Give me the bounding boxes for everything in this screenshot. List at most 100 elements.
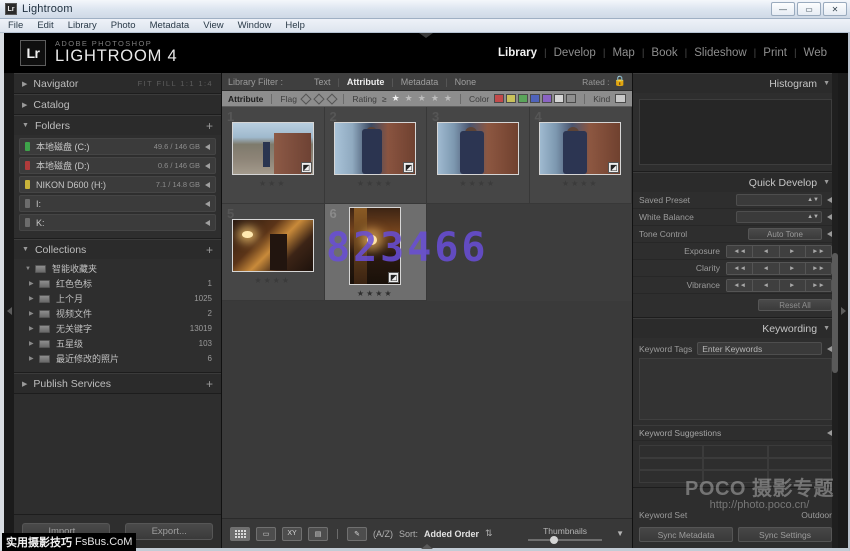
- keyword-list-area[interactable]: [639, 358, 832, 420]
- rating-stars[interactable]: ★★★★: [562, 179, 599, 188]
- right-panel-toggle[interactable]: [838, 73, 848, 548]
- loupe-view-button[interactable]: ▭: [256, 527, 276, 541]
- decrease-button[interactable]: ◄: [753, 246, 779, 257]
- color-swatch-yellow[interactable]: [506, 94, 516, 103]
- list-item[interactable]: ▶ 最近修改的照片 6: [19, 351, 216, 366]
- list-item[interactable]: ▶ 上个月 1025: [19, 291, 216, 306]
- folder-row[interactable]: NIKON D600 (H:) 7.1 / 14.8 GB: [19, 176, 216, 193]
- menu-library[interactable]: Library: [68, 20, 97, 31]
- color-swatch-green[interactable]: [518, 94, 528, 103]
- add-collection-button[interactable]: +: [206, 245, 213, 255]
- auto-tone-button[interactable]: Auto Tone: [748, 228, 822, 240]
- vibrance-stepper[interactable]: ◄◄ ◄ ► ►►: [726, 279, 832, 292]
- rating-stars[interactable]: ★★★: [259, 179, 287, 188]
- lock-icon[interactable]: 🔒: [614, 76, 626, 87]
- topbar-collapse-caret[interactable]: [419, 33, 433, 38]
- rating-star-2[interactable]: ★: [405, 93, 413, 104]
- exposure-stepper[interactable]: ◄◄ ◄ ► ►►: [726, 245, 832, 258]
- filmstrip-toggle-caret[interactable]: [421, 544, 433, 549]
- rating-stars[interactable]: ★★★★: [357, 289, 394, 298]
- folders-header[interactable]: ▼ Folders +: [14, 115, 221, 135]
- list-item[interactable]: ▶ 五星级 103: [19, 336, 216, 351]
- photo-thumbnail[interactable]: ◩: [349, 207, 401, 285]
- filter-tab-metadata[interactable]: Metadata: [394, 77, 446, 87]
- collections-header[interactable]: ▼ Collections +: [14, 239, 221, 259]
- module-book[interactable]: Book: [644, 47, 684, 59]
- photo-thumbnail[interactable]: [232, 219, 314, 272]
- close-button[interactable]: ✕: [823, 2, 847, 16]
- histogram-header[interactable]: Histogram ▼: [633, 73, 838, 93]
- keywording-header[interactable]: Keywording ▼: [633, 318, 838, 338]
- decrease-large-button[interactable]: ◄◄: [727, 246, 753, 257]
- folder-row[interactable]: K:: [19, 214, 216, 231]
- rating-operator[interactable]: ≥: [382, 94, 387, 104]
- module-library[interactable]: Library: [491, 47, 544, 59]
- navigator-header[interactable]: ▶ Navigator FIT FILL 1:1 1:4: [14, 73, 221, 93]
- grid-cell[interactable]: 4 ◩ ★★★★: [530, 107, 633, 204]
- saved-preset-select[interactable]: ▲▼: [736, 194, 822, 206]
- left-panel-toggle[interactable]: [4, 73, 14, 548]
- menu-view[interactable]: View: [203, 20, 223, 31]
- menu-photo[interactable]: Photo: [111, 20, 136, 31]
- menu-edit[interactable]: Edit: [37, 20, 53, 31]
- catalog-header[interactable]: ▶ Catalog: [14, 94, 221, 114]
- suggestion-slot[interactable]: [639, 458, 703, 471]
- color-swatch-purple[interactable]: [542, 94, 552, 103]
- suggestion-slot[interactable]: [768, 470, 832, 483]
- list-item[interactable]: ▶ 红色色标 1: [19, 276, 216, 291]
- keyword-suggestions-header[interactable]: Keyword Suggestions: [633, 425, 838, 441]
- slider-handle[interactable]: [550, 536, 558, 544]
- chevron-right-icon[interactable]: [205, 182, 210, 188]
- filter-tab-text[interactable]: Text: [307, 77, 338, 87]
- flag-unflagged-icon[interactable]: [313, 93, 324, 104]
- clarity-stepper[interactable]: ◄◄ ◄ ► ►►: [726, 262, 832, 275]
- photo-thumbnail[interactable]: ◩: [232, 122, 314, 175]
- module-map[interactable]: Map: [605, 47, 641, 59]
- photo-thumbnail[interactable]: [437, 122, 519, 175]
- sync-metadata-button[interactable]: Sync Metadata: [639, 527, 733, 542]
- toolbar-options-caret[interactable]: ▼: [616, 529, 624, 538]
- module-develop[interactable]: Develop: [547, 47, 603, 59]
- suggestion-slot[interactable]: [703, 445, 767, 458]
- histogram-graph[interactable]: [639, 99, 832, 165]
- sort-direction-icon[interactable]: (A/Z): [373, 529, 393, 539]
- sync-settings-button[interactable]: Sync Settings: [738, 527, 832, 542]
- module-print[interactable]: Print: [756, 47, 794, 59]
- photo-thumbnail[interactable]: ◩: [539, 122, 621, 175]
- compare-view-button[interactable]: XY: [282, 527, 302, 541]
- increase-large-button[interactable]: ►►: [806, 280, 831, 291]
- chevron-right-icon[interactable]: [205, 163, 210, 169]
- rating-star-1[interactable]: ★: [392, 93, 400, 104]
- suggestion-slot[interactable]: [768, 458, 832, 471]
- grid-view-button[interactable]: [230, 527, 250, 541]
- rating-stars[interactable]: ★★★★: [254, 276, 291, 285]
- color-swatch-blue[interactable]: [530, 94, 540, 103]
- filter-tab-attribute[interactable]: Attribute: [340, 77, 392, 87]
- menu-window[interactable]: Window: [238, 20, 272, 31]
- sort-toggle-icon[interactable]: ⇅: [485, 528, 493, 539]
- edit-badge-icon[interactable]: ◩: [388, 272, 399, 283]
- suggestion-slot[interactable]: [703, 470, 767, 483]
- increase-large-button[interactable]: ►►: [806, 263, 831, 274]
- decrease-button[interactable]: ◄: [753, 263, 779, 274]
- chevron-right-icon[interactable]: [205, 201, 210, 207]
- sort-value[interactable]: Added Order: [424, 529, 479, 539]
- thumbnail-size-slider[interactable]: [528, 539, 602, 541]
- smart-collection-root[interactable]: ▼ 智能收藏夹: [19, 261, 216, 276]
- increase-button[interactable]: ►: [780, 280, 806, 291]
- chevron-right-icon[interactable]: [205, 220, 210, 226]
- folder-row[interactable]: I:: [19, 195, 216, 212]
- increase-button[interactable]: ►: [780, 263, 806, 274]
- list-item[interactable]: ▶ 无关键字 13019: [19, 321, 216, 336]
- decrease-large-button[interactable]: ◄◄: [727, 280, 753, 291]
- add-publish-service-button[interactable]: +: [206, 379, 213, 389]
- minimize-button[interactable]: —: [771, 2, 795, 16]
- flag-reject-icon[interactable]: [326, 93, 337, 104]
- reset-all-button[interactable]: Reset All: [758, 299, 832, 311]
- white-balance-select[interactable]: ▲▼: [736, 211, 822, 223]
- scrollbar-thumb[interactable]: [832, 253, 838, 373]
- rating-star-3[interactable]: ★: [418, 93, 426, 104]
- rating-stars[interactable]: ★★★★: [357, 179, 394, 188]
- edit-badge-icon[interactable]: ◩: [608, 162, 619, 173]
- folder-row[interactable]: 本地磁盘 (C:) 49.6 / 146 GB: [19, 138, 216, 155]
